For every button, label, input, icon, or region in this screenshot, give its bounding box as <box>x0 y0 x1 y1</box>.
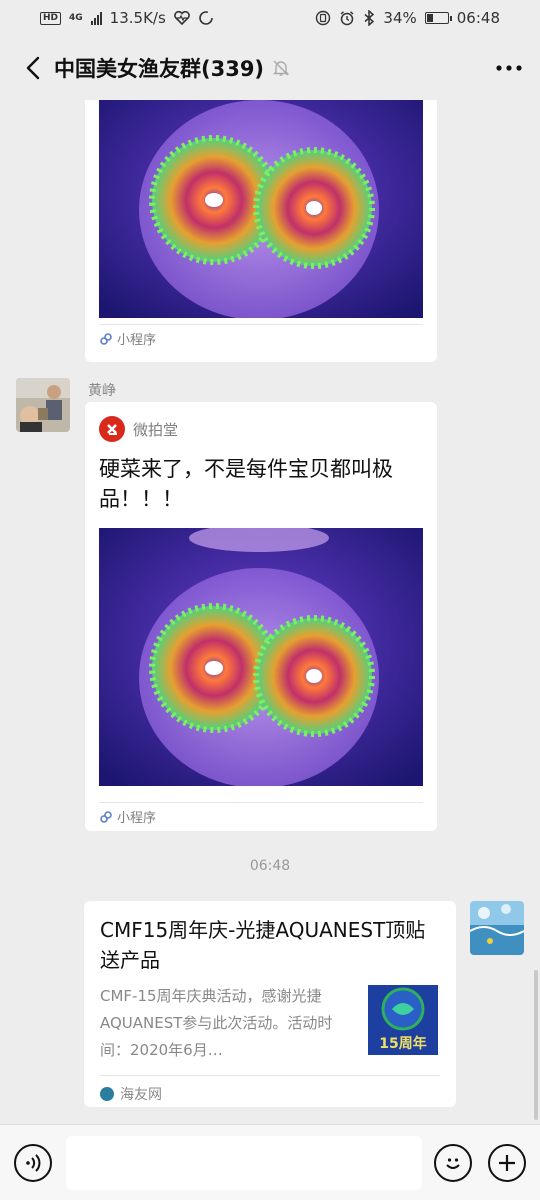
sender-name: 黄峥 <box>88 383 116 399</box>
miniprogram-label: 小程序 <box>117 333 157 348</box>
more-dots-icon <box>496 65 522 71</box>
thumbnail-text: 15周年 <box>379 1036 427 1052</box>
voice-button[interactable] <box>14 1144 52 1182</box>
message-input[interactable] <box>66 1136 422 1190</box>
miniprogram-label: 小程序 <box>117 811 157 826</box>
network-speed: 13.5K/s <box>109 9 166 27</box>
clock: 06:48 <box>456 9 500 27</box>
message-timestamp: 06:48 <box>249 858 291 874</box>
status-bar: HD 4G 13.5K/s 34% 06:48 <box>0 0 540 36</box>
mute-bell-icon <box>272 59 290 77</box>
app-name: 微拍堂 <box>133 420 179 439</box>
app-logo-icon <box>99 416 125 442</box>
avatar[interactable] <box>16 378 70 432</box>
article-description: CMF-15周年庆典活动，感谢光捷AQUANEST参与此次活动。活动时间：202… <box>100 987 333 1059</box>
voice-icon <box>26 1154 41 1172</box>
emoji-button[interactable] <box>434 1144 472 1182</box>
back-button[interactable] <box>18 48 48 88</box>
alarm-icon <box>340 11 354 26</box>
heart-icon <box>173 11 190 25</box>
chevron-left-icon <box>26 56 40 80</box>
signal-icon <box>90 11 102 25</box>
hd-icon: HD <box>40 11 62 25</box>
battery-percent: 34% <box>383 9 417 27</box>
article-title: CMF15周年庆-光捷AQUANEST顶贴送产品 <box>100 918 426 972</box>
article-source: 海友网 <box>120 1087 162 1103</box>
chat-header: 中国美女渔友群(339) <box>0 36 540 100</box>
vibrate-icon <box>316 10 331 26</box>
chat-messages[interactable]: 小程序 黄峥 微拍堂 硬菜来了，不是每件宝贝都叫极品！！！ 小程序 06:48 … <box>0 100 540 1124</box>
miniprogram-footer: 小程序 <box>99 324 423 352</box>
article-footer: 海友网 <box>100 1075 440 1104</box>
chat-scrollbar[interactable] <box>534 970 538 1120</box>
miniprogram-link-icon <box>100 810 112 823</box>
battery-icon <box>424 12 452 24</box>
miniprogram-card[interactable]: 小程序 <box>85 100 437 362</box>
miniprogram-title: 硬菜来了，不是每件宝贝都叫极品！！！ <box>99 457 393 511</box>
chat-title: 中国美女渔友群(339) <box>54 57 265 81</box>
more-functions-button[interactable] <box>488 1144 526 1182</box>
article-card[interactable]: CMF15周年庆-光捷AQUANEST顶贴送产品 CMF-15周年庆典活动，感谢… <box>84 901 456 1107</box>
source-logo-icon <box>100 1087 114 1101</box>
bluetooth-icon <box>364 10 375 26</box>
input-bar <box>0 1124 540 1200</box>
miniprogram-card[interactable]: 微拍堂 硬菜来了，不是每件宝贝都叫极品！！！ 小程序 <box>85 402 437 831</box>
network-type: 4G <box>69 13 83 23</box>
more-button[interactable] <box>482 65 522 71</box>
coral-image <box>99 100 423 318</box>
emoji-icon <box>446 1158 460 1169</box>
coral-image <box>99 528 423 786</box>
plus-icon <box>499 1155 515 1171</box>
miniprogram-link-icon <box>100 332 112 345</box>
miniprogram-footer: 小程序 <box>99 802 423 830</box>
self-avatar[interactable] <box>470 901 524 955</box>
sync-icon <box>198 11 213 25</box>
article-thumbnail: 15周年 <box>368 985 438 1055</box>
miniprogram-app-row: 微拍堂 <box>99 416 178 442</box>
